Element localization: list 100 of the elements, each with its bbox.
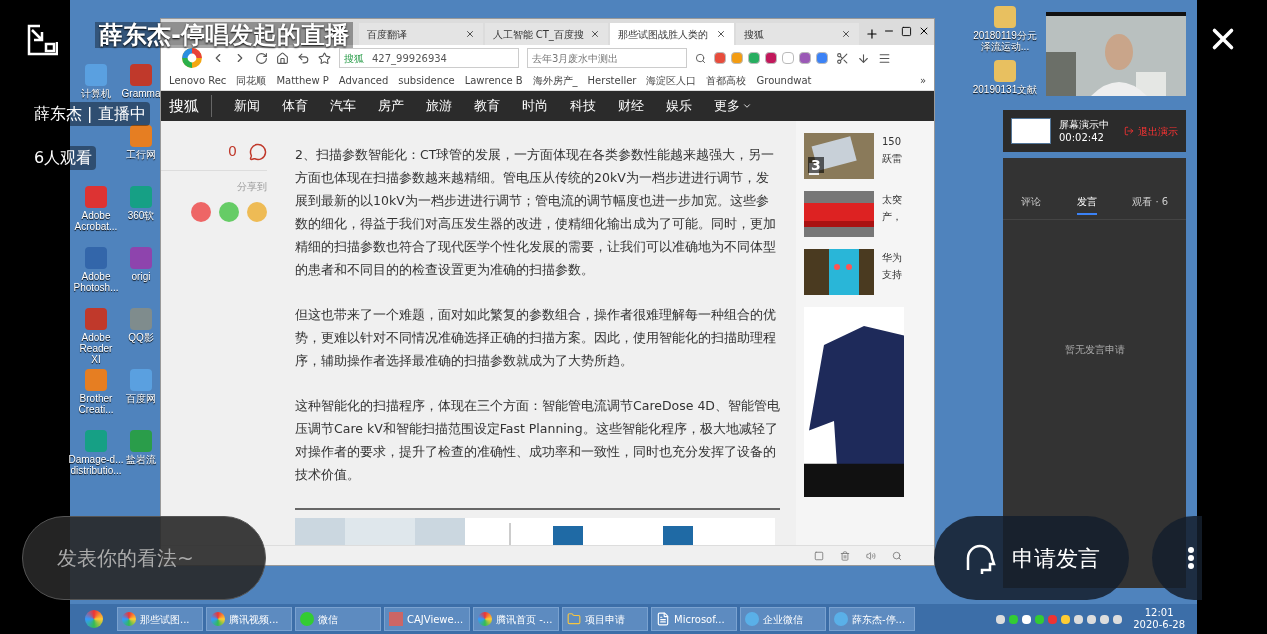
share-label: 分享到 bbox=[237, 180, 267, 194]
elapsed-time: 00:02:42 bbox=[1059, 131, 1105, 144]
empty-message: 暂无发言申请 bbox=[1064, 342, 1125, 357]
extension-icon[interactable] bbox=[714, 52, 726, 64]
desktop-icon-label: QQ影 bbox=[128, 332, 154, 343]
exit-presenting-button[interactable]: 退出演示 bbox=[1124, 123, 1178, 139]
bookmark[interactable]: Advanced bbox=[338, 73, 389, 88]
news-title[interactable]: 150 bbox=[882, 133, 902, 150]
desktop-icon-label: Adobe Photosh... bbox=[73, 271, 119, 293]
desktop-icon-label: Gramma bbox=[122, 88, 160, 99]
taskbar-item[interactable]: Microsof... bbox=[651, 607, 737, 631]
bookmark[interactable]: 海外房产_ bbox=[532, 73, 578, 88]
desktop-icon-label: 20190131文献 bbox=[972, 84, 1038, 95]
extension-icon[interactable] bbox=[765, 52, 777, 64]
clock-date: 2020-6-28 bbox=[1133, 619, 1185, 631]
nav-link[interactable]: 财经 bbox=[618, 96, 644, 116]
browser-tab[interactable]: 百度翻译 bbox=[359, 23, 483, 45]
undo-icon[interactable] bbox=[297, 51, 310, 65]
download-icon[interactable] bbox=[857, 51, 870, 65]
taskbar-item[interactable]: 腾讯视频... bbox=[206, 607, 292, 631]
nav-link[interactable]: 教育 bbox=[474, 96, 500, 116]
site-logo[interactable]: 搜狐 bbox=[169, 94, 212, 118]
nav-link[interactable]: 汽车 bbox=[330, 96, 356, 116]
exit-fullscreen-icon[interactable] bbox=[26, 24, 58, 56]
desktop-icon-label: 工行网 bbox=[126, 149, 156, 160]
desktop-icon[interactable] bbox=[130, 125, 152, 147]
nav-link[interactable]: 娱乐 bbox=[666, 96, 692, 116]
bookmark[interactable]: Hersteller bbox=[587, 73, 637, 88]
bookmark[interactable]: Groundwat bbox=[756, 73, 812, 88]
folder-icon bbox=[567, 612, 581, 626]
weibo-icon[interactable] bbox=[191, 202, 211, 222]
bookmark[interactable]: Lawrence B bbox=[464, 73, 523, 88]
close-icon[interactable] bbox=[464, 29, 475, 39]
nav-link[interactable]: 房产 bbox=[378, 96, 404, 116]
panel-tab[interactable]: 观看 · 6 bbox=[1132, 194, 1169, 215]
star-icon[interactable] bbox=[318, 51, 331, 65]
news-title[interactable]: 产， bbox=[882, 208, 902, 225]
taskbar-item[interactable]: 薛东杰-停... bbox=[829, 607, 915, 631]
zoom-icon[interactable] bbox=[892, 550, 902, 561]
nav-link[interactable]: 科技 bbox=[570, 96, 596, 116]
reload-icon[interactable] bbox=[255, 51, 268, 65]
extension-icon[interactable] bbox=[748, 52, 760, 64]
extension-icon[interactable] bbox=[816, 52, 828, 64]
close-icon[interactable] bbox=[841, 29, 852, 39]
browser-tab[interactable]: 搜狐 bbox=[735, 23, 860, 45]
bookmark[interactable]: Lenovo Rec bbox=[169, 73, 227, 88]
bookmark[interactable]: 同花顺 bbox=[236, 73, 267, 88]
desktop-icon-label: 360软 bbox=[127, 210, 155, 221]
taskbar-item[interactable]: 那些试图... bbox=[117, 607, 203, 631]
news-title[interactable]: 跃雷 bbox=[882, 150, 902, 167]
desktop-icon-label: 计算机 bbox=[81, 88, 111, 99]
menu-icon[interactable] bbox=[878, 51, 891, 65]
desktop-icon-label: 百度网 bbox=[126, 393, 156, 404]
desktop-icon-label: 盐岩流 bbox=[126, 454, 156, 465]
maximize-icon[interactable] bbox=[901, 26, 913, 37]
bookmarks-more[interactable]: » bbox=[919, 73, 926, 88]
trash-icon[interactable] bbox=[840, 550, 850, 561]
close-icon[interactable] bbox=[590, 29, 601, 39]
news-title[interactable]: 太突 bbox=[882, 191, 902, 208]
browser-tab[interactable]: 那些试图战胜人类的 bbox=[610, 23, 734, 45]
taskbar-item[interactable]: 腾讯首页 -... bbox=[473, 607, 559, 631]
comment-icon[interactable] bbox=[249, 142, 267, 161]
close-icon[interactable] bbox=[715, 29, 726, 39]
nav-link[interactable]: 旅游 bbox=[426, 96, 452, 116]
taskbar-item[interactable]: 微信 bbox=[295, 607, 381, 631]
nav-link[interactable]: 更多 bbox=[714, 96, 740, 116]
panel-tab[interactable]: 发言 bbox=[1076, 194, 1097, 215]
taskbar-item[interactable]: 企业微信 bbox=[740, 607, 826, 631]
panel-tab[interactable]: 评论 bbox=[1020, 194, 1041, 215]
new-tab-icon[interactable] bbox=[865, 27, 880, 41]
news-title[interactable]: 支持 bbox=[882, 266, 902, 283]
bookmark[interactable]: Matthew P bbox=[276, 73, 329, 88]
article-paragraph: 但这也带来了一个难题，面对如此繁复的参数组合，操作者很难理解每一种组合的优势，更难以针对不同情况准确选择正确的扫描方案。因此，使用智能化的扫描助理程序，辅助操作者选择最准确的扫描参数就成为了大势所趋。 bbox=[295, 306, 777, 370]
comment-count: 0 bbox=[228, 142, 237, 161]
taskbar-item[interactable]: 项目申请 bbox=[562, 607, 648, 631]
speaker-icon[interactable] bbox=[866, 550, 876, 561]
chevron-icon bbox=[742, 101, 752, 111]
browser-logo-icon[interactable] bbox=[181, 47, 203, 69]
search-icon[interactable] bbox=[695, 52, 706, 64]
bookmark[interactable]: 海淀区人口 bbox=[646, 73, 697, 88]
news-title[interactable]: 华为 bbox=[882, 249, 902, 266]
extension-icon[interactable] bbox=[799, 52, 811, 64]
address-bar[interactable]: 搜狐 427_99926934 bbox=[339, 48, 519, 68]
bookmark[interactable]: subsidence bbox=[398, 73, 455, 88]
browser-tab[interactable]: 人工智能 CT_百度搜 bbox=[484, 23, 609, 45]
bookmark[interactable]: 首都高校 bbox=[706, 73, 747, 88]
nav-link[interactable]: 新闻 bbox=[234, 96, 260, 116]
taskbar-item[interactable]: CAJViewe... bbox=[384, 607, 470, 631]
more-icon bbox=[1188, 547, 1194, 569]
comment-field[interactable]: 发表你的看法~ bbox=[22, 516, 266, 600]
search-field[interactable]: 去年3月废水中测出 bbox=[527, 48, 687, 68]
document-icon bbox=[656, 612, 670, 626]
nav-link[interactable]: 时尚 bbox=[522, 96, 548, 116]
home-icon[interactable] bbox=[276, 51, 289, 65]
request-speak-button[interactable]: 申请发言 bbox=[934, 516, 1129, 600]
desktop-icon-label: origi bbox=[131, 271, 151, 282]
nav-link[interactable]: 体育 bbox=[282, 96, 308, 116]
screenshot-icon[interactable] bbox=[836, 51, 849, 65]
close-icon[interactable] bbox=[918, 25, 930, 37]
clock-time: 12:01 bbox=[1144, 607, 1174, 619]
